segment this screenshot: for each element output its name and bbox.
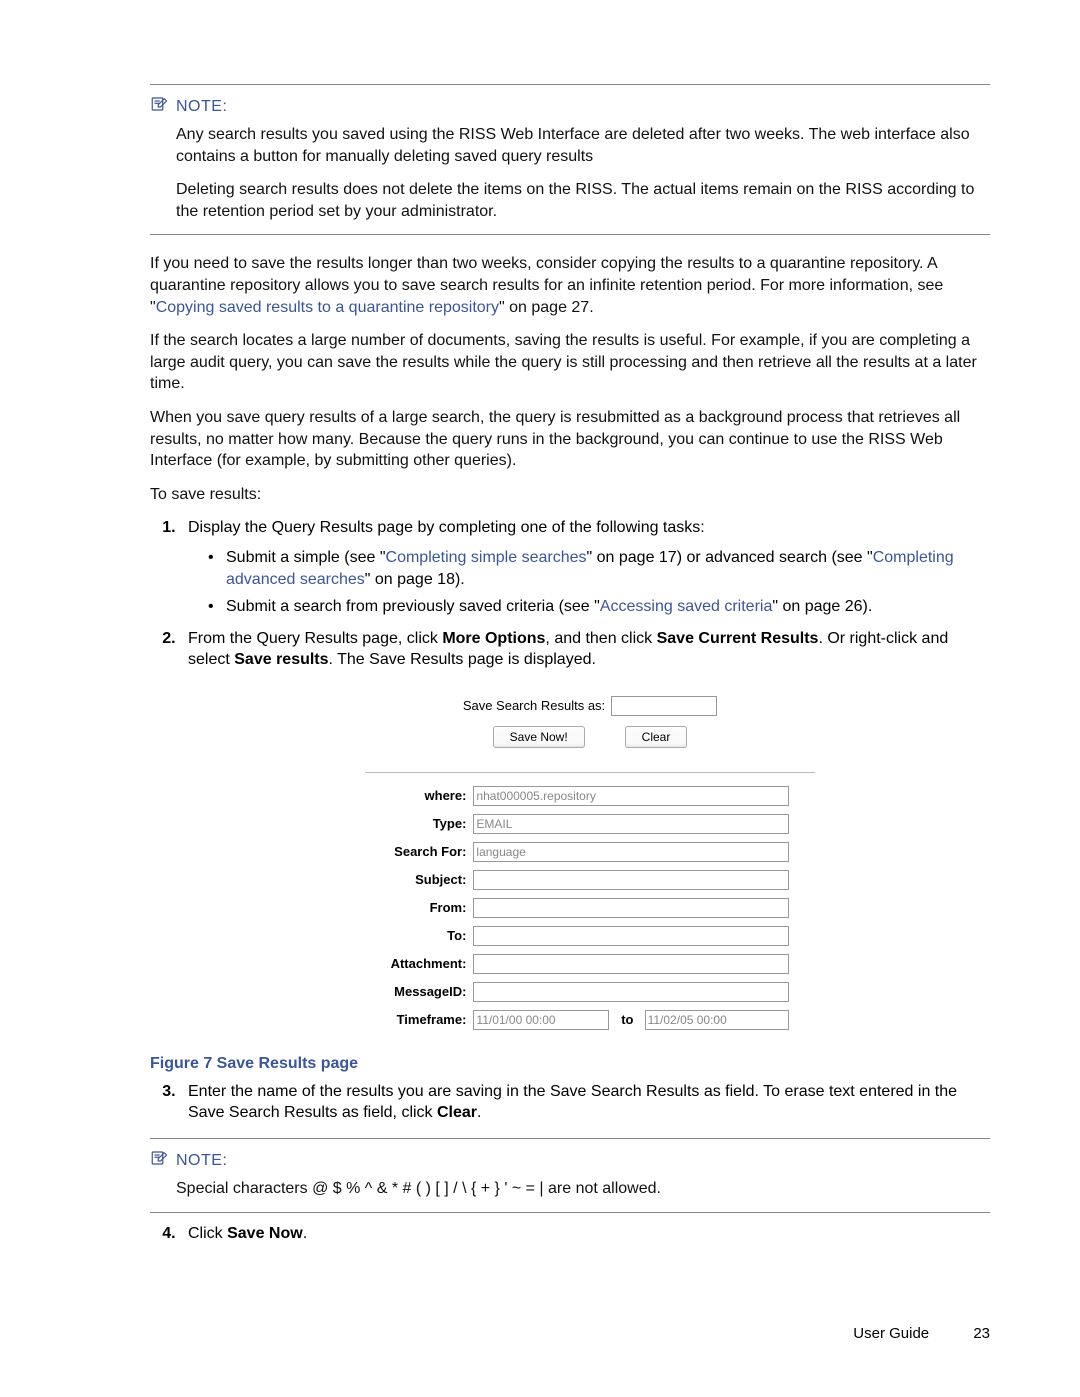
note-block-1: NOTE: Any search results you saved using… [150,84,990,235]
link-copying-saved[interactable]: Copying saved results to a quarantine re… [156,299,499,316]
label-messageid: MessageID: [388,979,469,1005]
input-where[interactable] [473,786,789,806]
paragraph: To save results: [150,484,990,506]
label-searchfor: Search For: [388,839,469,865]
note1-para1: Any search results you saved using the R… [176,124,990,167]
figure-caption: Figure 7 Save Results page [150,1055,990,1073]
divider [150,1212,990,1213]
paragraph: If the search locates a large number of … [150,330,990,395]
bullet: Submit a search from previously saved cr… [212,596,990,618]
note-title: NOTE: [176,1152,227,1170]
label-attachment: Attachment: [388,951,469,977]
label-where: where: [388,783,469,809]
footer-label: User Guide [853,1325,929,1342]
label-timeframe: Timeframe: [388,1007,469,1033]
input-attachment[interactable] [473,954,789,974]
clear-button[interactable]: Clear [625,726,688,748]
paragraph: If you need to save the results longer t… [150,253,990,318]
save-as-input[interactable] [611,696,717,716]
input-to[interactable] [473,926,789,946]
bullet: Submit a simple (see "Completing simple … [212,547,990,590]
input-timeframe-from[interactable] [473,1010,609,1030]
note2-text: Special characters @ $ % ^ & * # ( ) [ ]… [176,1178,990,1200]
footer: User Guide 23 [853,1325,990,1342]
divider [150,234,990,235]
label-to-sep: to [615,1007,639,1033]
label-to: To: [388,923,469,949]
criteria-form: where: Type: Search For: Subject: From: … [386,781,795,1035]
link-simple-searches[interactable]: Completing simple searches [386,549,587,566]
step-3: Enter the name of the results you are sa… [180,1081,990,1124]
step-4: Click Save Now. [180,1223,990,1245]
save-as-label: Save Search Results as: [463,698,605,713]
note1-para2: Deleting search results does not delete … [176,179,990,222]
figure-save-results: Save Search Results as: Save Now! Clear … [190,696,990,1035]
input-from[interactable] [473,898,789,918]
divider [150,84,990,85]
link-saved-criteria[interactable]: Accessing saved criteria [600,598,773,615]
step-2: From the Query Results page, click More … [180,628,990,671]
input-timeframe-to[interactable] [645,1010,789,1030]
input-searchfor[interactable] [473,842,789,862]
label-type: Type: [388,811,469,837]
note-title: NOTE: [176,98,227,116]
label-from: From: [388,895,469,921]
note-icon [150,1149,168,1172]
page-number: 23 [973,1325,990,1342]
note-icon [150,95,168,118]
note-block-2: NOTE: Special characters @ $ % ^ & * # (… [150,1138,990,1213]
input-messageid[interactable] [473,982,789,1002]
input-type[interactable] [473,814,789,834]
save-now-button[interactable]: Save Now! [493,726,585,748]
divider [365,772,815,773]
input-subject[interactable] [473,870,789,890]
step-1: Display the Query Results page by comple… [180,517,990,617]
label-subject: Subject: [388,867,469,893]
paragraph: When you save query results of a large s… [150,407,990,472]
divider [150,1138,990,1139]
